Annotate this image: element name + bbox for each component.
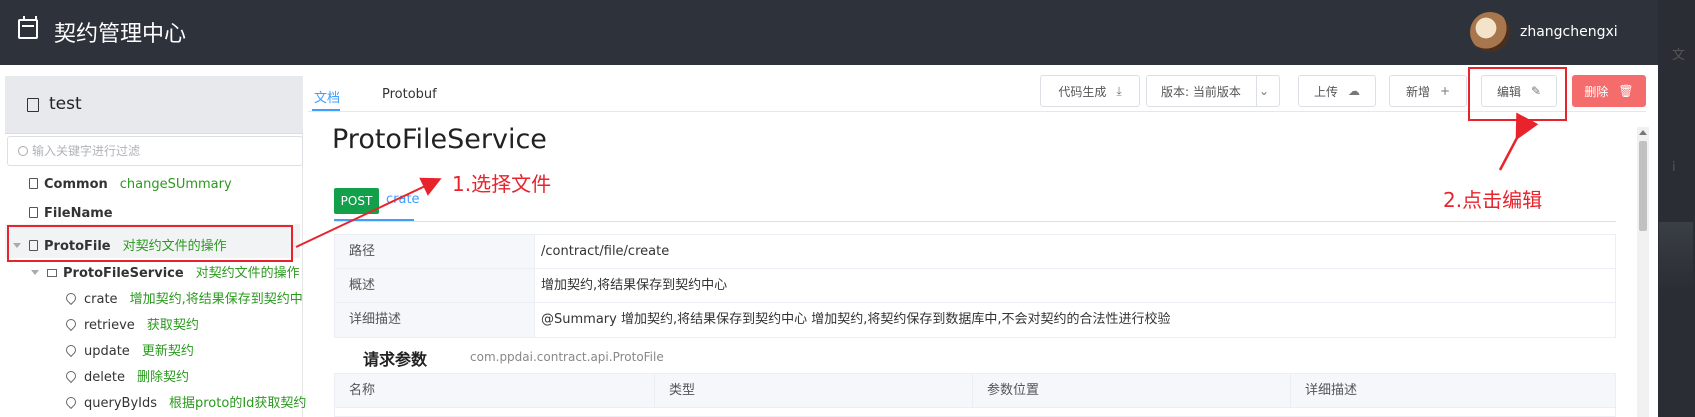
info-key: 路径 bbox=[335, 235, 535, 268]
scroll-thumb[interactable] bbox=[1639, 141, 1647, 231]
tree-item-update[interactable]: update 更新契约 bbox=[63, 340, 194, 362]
delete-label: 删除 bbox=[1584, 84, 1609, 99]
strip-thumbnail bbox=[1659, 222, 1693, 292]
codegen-label: 代码生成 bbox=[1058, 84, 1107, 99]
method-icon bbox=[63, 368, 79, 384]
project-icon bbox=[27, 98, 39, 112]
delete-button[interactable]: 删除 🗑 bbox=[1572, 75, 1646, 107]
tree-item-name: ProtoFileService bbox=[63, 266, 184, 281]
method-icon bbox=[63, 290, 79, 306]
method-icon bbox=[63, 394, 79, 410]
service-title: ProtoFileService bbox=[332, 124, 547, 155]
tree-item-desc: 更新契约 bbox=[141, 344, 194, 359]
tree-item-querybyids[interactable]: queryByIds 根据proto的Id获取契约 bbox=[63, 392, 307, 414]
method-icon bbox=[63, 342, 79, 358]
content-scrollbar[interactable] bbox=[1637, 127, 1649, 417]
tree-item-crate[interactable]: crate 增加契约,将结果保存到契约中 bbox=[63, 288, 303, 310]
search-icon bbox=[18, 146, 28, 156]
expand-caret-icon[interactable] bbox=[31, 270, 39, 275]
tree-item-protofileservice[interactable]: ProtoFileService 对契约文件的操作 bbox=[31, 262, 300, 284]
info-value: /contract/file/create bbox=[541, 244, 670, 259]
version-label: 版本: 当前版本 bbox=[1161, 84, 1241, 99]
file-icon bbox=[29, 207, 38, 218]
info-row: 详细描述 @Summary 增加契约,将结果保存到契约中心 增加契约,将契约保存… bbox=[335, 303, 1615, 337]
request-params-title: 请求参数 bbox=[363, 350, 428, 369]
params-table: 名称 类型 参数位置 详细描述 bbox=[334, 373, 1616, 417]
tree-item-name: crate bbox=[84, 292, 118, 307]
info-value: 增加契约,将结果保存到契约中心 bbox=[541, 278, 728, 293]
tab-docs[interactable]: 文档 bbox=[314, 87, 340, 106]
file-icon bbox=[29, 178, 38, 189]
tree-item-desc: 删除契约 bbox=[136, 370, 189, 385]
method-badge: POST bbox=[334, 188, 379, 214]
strip-char: 文 bbox=[1672, 48, 1686, 63]
tree-item-common[interactable]: Common changeSUmmary bbox=[29, 177, 232, 199]
tree-item-name: Common bbox=[44, 177, 108, 192]
tree-item-desc: 对契约文件的操作 bbox=[195, 266, 300, 281]
tree-item-name: delete bbox=[84, 370, 125, 385]
tree-item-delete[interactable]: delete 删除契约 bbox=[63, 366, 189, 388]
request-class-name: com.ppdai.contract.api.ProtoFile bbox=[470, 350, 664, 364]
username[interactable]: zhangchengxi bbox=[1520, 24, 1618, 40]
info-key: 概述 bbox=[335, 269, 535, 302]
background-window-strip: 文 ⅰ bbox=[1658, 0, 1695, 417]
upload-label: 上传 bbox=[1313, 84, 1338, 99]
info-key: 详细描述 bbox=[335, 303, 535, 337]
version-select[interactable]: 版本: 当前版本 ⌄ bbox=[1146, 75, 1280, 107]
chevron-down-icon[interactable]: ⌄ bbox=[1259, 84, 1269, 98]
upload-button[interactable]: 上传 ☁ bbox=[1298, 75, 1376, 107]
trash-icon: 🗑 bbox=[1618, 84, 1634, 98]
app-title: 契约管理中心 bbox=[54, 22, 187, 47]
top-bar: 契约管理中心 zhangchengxi bbox=[0, 0, 1658, 65]
annotation-step1: 1.选择文件 bbox=[452, 172, 552, 196]
method-tab-crate[interactable]: crate bbox=[386, 192, 420, 207]
tree-item-name: retrieve bbox=[84, 318, 135, 333]
tab-protobuf[interactable]: Protobuf bbox=[382, 87, 437, 102]
calendar-icon bbox=[18, 16, 38, 39]
strip-char: ⅰ bbox=[1672, 160, 1676, 175]
add-button[interactable]: 新增 + bbox=[1389, 75, 1467, 107]
tree-item-name: queryByIds bbox=[84, 396, 157, 411]
project-name: test bbox=[49, 94, 82, 114]
project-header[interactable]: test bbox=[5, 76, 303, 134]
add-label: 新增 bbox=[1405, 84, 1430, 99]
download-icon: ⤓ bbox=[1116, 83, 1122, 98]
tree-item-desc: changeSUmmary bbox=[119, 177, 232, 192]
tree-item-desc: 根据proto的Id获取契约 bbox=[169, 396, 307, 411]
annotation-box-edit bbox=[1468, 67, 1567, 121]
select-divider bbox=[1256, 75, 1257, 107]
tabs-divider bbox=[308, 111, 1646, 112]
info-row: 路径 /contract/file/create bbox=[335, 235, 1615, 269]
info-value: @Summary 增加契约,将结果保存到契约中心 增加契约,将契约保存到数据库中… bbox=[541, 312, 1171, 327]
column-header: 类型 bbox=[655, 374, 973, 407]
tree-item-retrieve[interactable]: retrieve 获取契约 bbox=[63, 314, 199, 336]
annotation-step2: 2.点击编辑 bbox=[1443, 188, 1543, 212]
params-table-header: 名称 类型 参数位置 详细描述 bbox=[335, 374, 1615, 408]
info-row: 概述 增加契约,将结果保存到契约中心 bbox=[335, 269, 1615, 303]
column-header: 参数位置 bbox=[973, 374, 1291, 407]
avatar[interactable] bbox=[1470, 12, 1510, 52]
annotation-box-protofile bbox=[7, 225, 293, 262]
codegen-button[interactable]: 代码生成 ⤓ bbox=[1040, 75, 1140, 107]
tree-item-desc: 增加契约,将结果保存到契约中 bbox=[129, 292, 303, 307]
filter-input[interactable] bbox=[32, 141, 292, 161]
main-content: ProtoFileService POST crate 路径 /contract… bbox=[308, 118, 1648, 417]
tree-item-name: FileName bbox=[44, 206, 113, 221]
column-header: 名称 bbox=[335, 374, 655, 407]
cloud-upload-icon: ☁ bbox=[1348, 84, 1360, 98]
plus-icon: + bbox=[1439, 84, 1451, 98]
filter-field[interactable] bbox=[7, 136, 303, 166]
method-icon bbox=[63, 316, 79, 332]
column-header: 详细描述 bbox=[1305, 383, 1358, 398]
tree-item-desc: 获取契约 bbox=[146, 318, 199, 333]
method-divider bbox=[334, 221, 1616, 222]
info-table: 路径 /contract/file/create 概述 增加契约,将结果保存到契… bbox=[334, 234, 1616, 338]
service-icon bbox=[47, 269, 57, 277]
scroll-up-arrow-icon[interactable] bbox=[1639, 130, 1647, 135]
tree-item-name: update bbox=[84, 344, 130, 359]
